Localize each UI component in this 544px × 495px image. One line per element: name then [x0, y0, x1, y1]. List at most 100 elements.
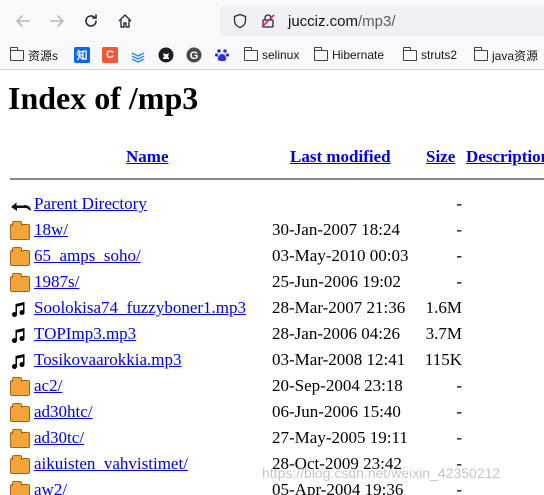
bookmark-struts2[interactable]: struts2 — [403, 46, 457, 64]
last-modified-cell: 25-Jun-2006 19:02 — [272, 272, 401, 291]
file-link[interactable]: 18w/ — [34, 220, 68, 240]
file-link[interactable]: ad30tc/ — [34, 428, 84, 448]
page-content: Index of /mp3 Name Last modified Size De… — [0, 70, 544, 495]
size-cell: 115K — [424, 350, 462, 369]
forward-arrow-icon — [50, 15, 64, 27]
bookmarks-bar: 资源s 知 C G selinux Hibernate struts2 java… — [0, 42, 544, 70]
size-cell: - — [456, 246, 462, 265]
bookmark-zhihu[interactable]: 知 — [74, 46, 90, 64]
back-arrow-icon — [16, 15, 30, 27]
bookmark-label: struts2 — [421, 48, 458, 62]
file-link[interactable]: Parent Directory — [34, 194, 147, 214]
baidu-icon — [214, 49, 230, 62]
table-row: Soolokisa74_fuzzyboner1.mp3 28-Mar-2007 2… — [0, 295, 544, 321]
folder-icon — [10, 273, 30, 292]
table-row: ad30tc/27-May-2005 19:11 - — [0, 425, 544, 451]
size-cell: 1.6M — [425, 298, 462, 317]
zhihu-icon: 知 — [74, 47, 90, 63]
url-text[interactable]: jucciz.com/mp3/ — [288, 13, 396, 30]
file-link[interactable]: 65_amps_soho/ — [34, 246, 141, 266]
bookmark-label: 资源s — [28, 48, 59, 63]
last-modified-cell: 28-Jan-2006 04:26 — [272, 324, 400, 343]
file-link[interactable]: 1987s/ — [34, 272, 79, 292]
table-row: 65_amps_soho/03-May-2010 00:03 - — [0, 243, 544, 269]
folder-icon — [244, 46, 258, 61]
table-row: Tosikovaarokkia.mp3 03-Mar-2008 12:41 115K — [0, 347, 544, 373]
last-modified-cell: 27-May-2005 19:11 — [272, 428, 408, 447]
last-modified-cell: 20-Sep-2004 23:18 — [272, 376, 403, 395]
last-modified-cell: 30-Jan-2007 18:24 — [272, 220, 400, 239]
table-row: 1987s/25-Jun-2006 19:02 - — [0, 269, 544, 295]
bookmark-label: java资源 — [492, 48, 539, 63]
sort-by-modified-link[interactable]: Last modified — [290, 147, 391, 166]
last-modified-cell: 06-Jun-2006 15:40 — [272, 402, 401, 421]
folder-icon — [10, 221, 30, 240]
home-icon — [118, 14, 132, 28]
size-cell: - — [456, 480, 462, 495]
column-header-size[interactable]: Size — [426, 147, 455, 167]
back-button[interactable] — [14, 12, 32, 30]
sort-by-name-link[interactable]: Name — [126, 147, 168, 166]
bookmark-selinux[interactable]: selinux — [244, 46, 299, 64]
column-header-name[interactable]: Name — [126, 147, 168, 167]
music-icon — [10, 326, 30, 344]
file-link[interactable]: Tosikovaarokkia.mp3 — [34, 350, 182, 370]
bookmark-java-resources[interactable]: java资源 — [474, 46, 538, 64]
sort-by-size-link[interactable]: Size — [426, 147, 455, 166]
file-link[interactable]: TOPImp3.mp3 — [34, 324, 136, 344]
table-row: Parent Directory - — [0, 191, 544, 217]
last-modified-cell: 28-Mar-2007 21:36 — [272, 298, 406, 317]
table-row: TOPImp3.mp3 28-Jan-2006 04:26 3.7M — [0, 321, 544, 347]
svg-text:G: G — [190, 50, 199, 62]
table-row: 18w/30-Jan-2007 18:24 - — [0, 217, 544, 243]
watermark: https://blog.csdn.net/weixin_42350212 — [262, 465, 501, 481]
file-link[interactable]: aw2/ — [34, 480, 67, 495]
folder-icon — [10, 481, 30, 495]
bookmark-label: Hibernate — [332, 48, 385, 62]
bookmark-csdn[interactable]: C — [102, 46, 118, 64]
size-cell: 3.7M — [425, 324, 462, 343]
last-modified-cell: 03-May-2010 00:03 — [272, 246, 409, 265]
header-divider — [10, 178, 544, 180]
url-host: jucciz.com — [288, 12, 359, 30]
bookmark-g[interactable]: G — [186, 46, 202, 64]
reload-button[interactable] — [82, 12, 100, 30]
folder-icon — [10, 403, 30, 422]
csdn-icon: C — [102, 47, 118, 63]
file-link[interactable]: Soolokisa74_fuzzyboner1.mp3 — [34, 298, 246, 318]
music-icon — [10, 352, 30, 370]
bookmark-baidu[interactable] — [214, 46, 230, 64]
music-icon — [10, 300, 30, 318]
url-bar[interactable]: jucciz.com/mp3/ — [220, 6, 544, 36]
file-link[interactable]: ad30htc/ — [34, 402, 93, 422]
folder-icon — [10, 247, 30, 266]
home-button[interactable] — [116, 12, 134, 30]
g-icon: G — [186, 47, 202, 63]
bookmark-hibernate[interactable]: Hibernate — [314, 46, 384, 64]
url-path: /mp3/ — [358, 12, 396, 30]
folder-icon — [474, 46, 488, 61]
size-cell: - — [456, 402, 462, 421]
bookmark-resources[interactable]: 资源s — [10, 46, 58, 64]
table-row: ac2/20-Sep-2004 23:18 - — [0, 373, 544, 399]
folder-icon — [10, 429, 30, 448]
github-icon — [158, 47, 174, 63]
sort-by-description-link[interactable]: Description — [466, 147, 544, 166]
folder-icon — [10, 46, 24, 61]
last-modified-cell: 05-Apr-2004 19:36 — [272, 480, 404, 495]
stack-icon — [131, 52, 145, 63]
bookmark-stack[interactable] — [130, 46, 146, 64]
bookmark-label: selinux — [262, 48, 300, 62]
column-header-modified[interactable]: Last modified — [290, 147, 391, 167]
file-link[interactable]: aikuisten_vahvistimet/ — [34, 454, 188, 474]
size-cell: - — [456, 220, 462, 239]
folder-icon — [10, 455, 30, 474]
size-cell: - — [456, 376, 462, 395]
column-header-description[interactable]: Description — [466, 147, 544, 167]
insecure-lock-icon[interactable] — [260, 13, 276, 29]
bookmark-github[interactable] — [158, 46, 174, 64]
file-link[interactable]: ac2/ — [34, 376, 62, 396]
forward-button[interactable] — [48, 12, 66, 30]
last-modified-cell: 03-Mar-2008 12:41 — [272, 350, 406, 369]
shield-icon[interactable] — [232, 13, 248, 29]
